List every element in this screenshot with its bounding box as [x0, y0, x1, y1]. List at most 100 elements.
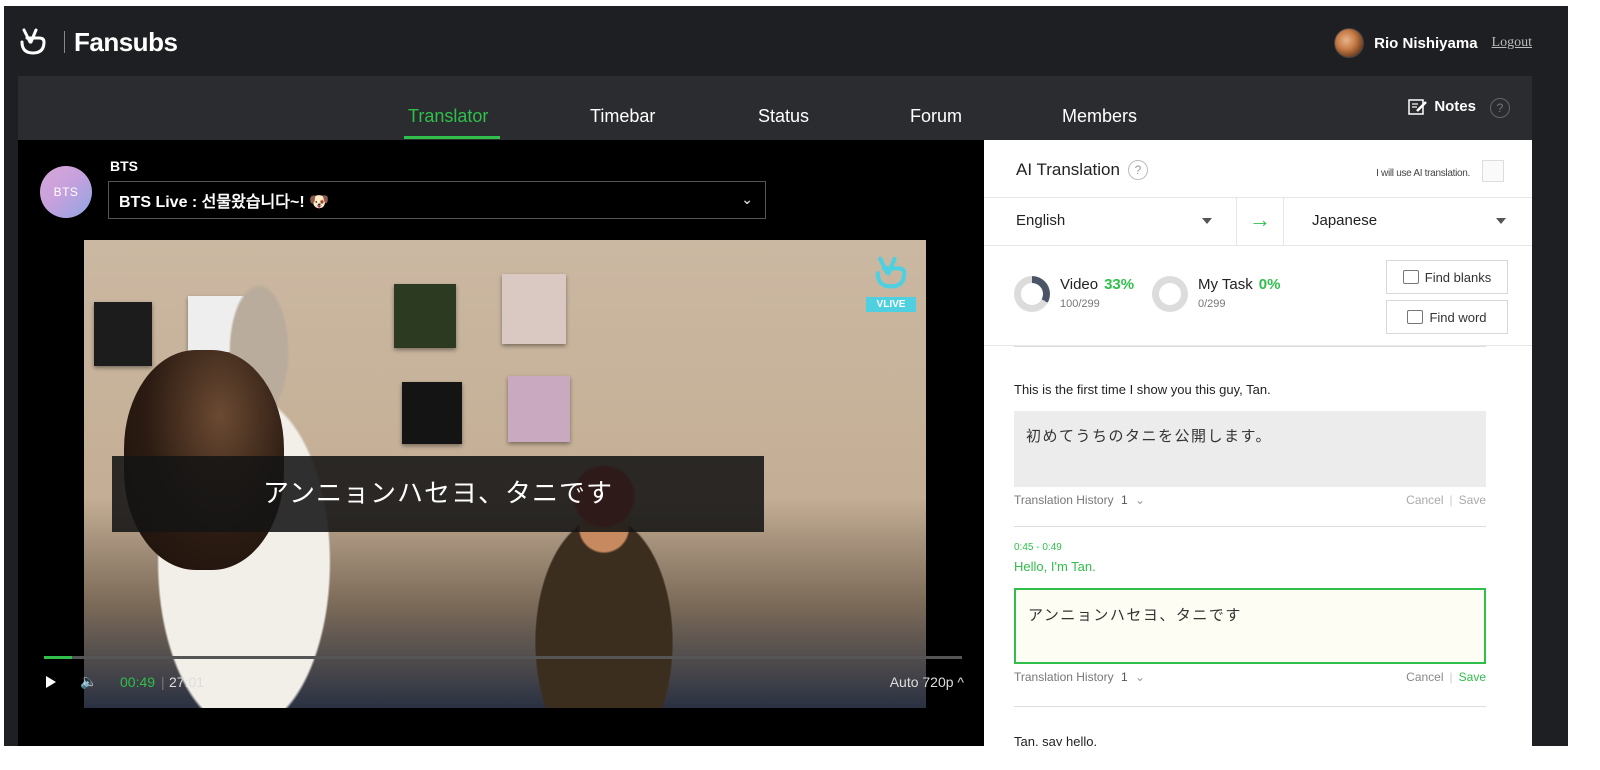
task-label: My Task — [1198, 276, 1253, 293]
segment-footer: Translation History 1 ⌄ Cancel | Save — [1014, 670, 1486, 690]
divider — [1014, 706, 1486, 707]
save-button[interactable]: Save — [1459, 493, 1486, 507]
progress-stats: Video 33% 100/299 My Task 0% 0/299 Find bl… — [984, 246, 1532, 346]
segment-actions: Cancel | Save — [1406, 493, 1486, 507]
wall-poster-image — [502, 274, 566, 344]
notes-label: Notes — [1434, 98, 1476, 115]
time-separator: | — [161, 674, 165, 690]
language-selector-row: English → Japanese — [984, 198, 1532, 246]
ai-translation-checkbox-label: I will use AI translation. — [1376, 168, 1470, 179]
target-language-select[interactable]: Japanese — [1312, 212, 1377, 229]
segment-translation-input[interactable]: 初めてうちのタニを公開します。 — [1014, 411, 1486, 487]
chevron-down-icon: ⌄ — [741, 191, 753, 207]
caret-down-icon[interactable] — [1202, 218, 1212, 224]
tab-status[interactable]: Status — [758, 106, 809, 127]
segment-time-range: 0:45 - 0:49 — [1014, 542, 1062, 553]
tab-translator[interactable]: Translator — [408, 106, 488, 127]
segment-source-text: Tan, say hello. — [1014, 734, 1098, 746]
video-progress-fill — [44, 656, 72, 659]
live-video-select[interactable]: BTS Live : 선물왔습니다~! 🐶 ⌄ — [108, 181, 766, 219]
task-stat-label: My Task 0% — [1198, 276, 1280, 293]
vlive-badge: VLIVE — [866, 297, 916, 312]
help-icon[interactable]: ? — [1490, 98, 1510, 118]
find-blanks-icon — [1402, 270, 1419, 284]
segment-translation-input[interactable]: アンニョンハセヨ、タニです — [1014, 588, 1486, 664]
find-blanks-button[interactable]: Find blanks — [1386, 260, 1508, 294]
task-count: 0/299 — [1198, 298, 1226, 310]
player-controls: 🔈 00:49 | 27:01 Auto 720p ^ — [44, 672, 964, 692]
logo-divider — [64, 31, 65, 53]
translation-segment: This is the first time I show you this g… — [1014, 382, 1486, 513]
save-button[interactable]: Save — [1459, 670, 1486, 684]
video-progress-donut — [1014, 276, 1050, 312]
brand-title[interactable]: Fansubs — [74, 27, 178, 58]
current-time: 00:49 — [120, 674, 156, 690]
channel-avatar[interactable]: BTS — [40, 166, 92, 218]
task-percent: 0% — [1258, 276, 1281, 293]
live-video-title: BTS Live : 선물왔습니다~! 🐶 — [119, 194, 330, 211]
ai-translation-header: AI Translation ? I will use AI translati… — [984, 140, 1532, 198]
cancel-button[interactable]: Cancel — [1406, 493, 1443, 507]
find-word-button[interactable]: Find word — [1386, 300, 1508, 334]
channel-name[interactable]: BTS — [110, 158, 138, 174]
tab-forum[interactable]: Forum — [910, 106, 962, 127]
logout-link[interactable]: Logout — [1492, 35, 1532, 51]
chevron-down-icon[interactable]: ⌄ — [1135, 493, 1145, 507]
wall-poster-image — [508, 376, 570, 442]
notes-edit-icon — [1408, 98, 1428, 115]
chevron-down-icon[interactable]: ⌄ — [1135, 670, 1145, 684]
ai-translation-checkbox[interactable] — [1482, 160, 1504, 182]
wall-poster-image — [402, 382, 462, 444]
video-count: 100/299 — [1060, 298, 1100, 310]
action-separator: | — [1449, 670, 1453, 684]
wall-poster-image — [394, 284, 456, 348]
translation-history-link[interactable]: Translation History — [1014, 493, 1114, 507]
segment-source-text: Hello, I'm Tan. — [1014, 559, 1096, 574]
play-icon[interactable] — [46, 676, 56, 688]
vlive-logo-icon — [875, 256, 907, 289]
arrow-right-icon: → — [1236, 198, 1284, 245]
translation-segment: Tan, say hello. — [1014, 734, 1486, 746]
task-progress-donut — [1152, 276, 1188, 312]
translation-panel: AI Translation ? I will use AI translati… — [984, 140, 1532, 746]
translation-history-link[interactable]: Translation History — [1014, 670, 1114, 684]
divider — [1014, 526, 1486, 527]
caret-down-icon[interactable] — [1496, 218, 1506, 224]
segment-source-text: This is the first time I show you this g… — [1014, 382, 1271, 397]
ai-translation-title: AI Translation ? — [1016, 160, 1148, 180]
source-language-select[interactable]: English — [1016, 212, 1065, 229]
app-frame: Fansubs Rio Nishiyama Logout Translator … — [4, 6, 1568, 746]
help-icon[interactable]: ? — [1127, 160, 1148, 180]
total-time: 27:01 — [169, 674, 205, 690]
tab-members[interactable]: Members — [1062, 106, 1137, 127]
history-count: 1 — [1120, 493, 1128, 507]
video-subtitle: アンニョンハセヨ、タニです — [112, 456, 764, 532]
find-word-label: Find word — [1429, 309, 1487, 325]
find-word-icon — [1407, 310, 1424, 324]
translation-segment-active: 0:45 - 0:49 Hello, I'm Tan. アンニョンハセヨ、タニで… — [1014, 542, 1486, 690]
vlive-logo-icon[interactable] — [18, 26, 48, 56]
video-stat-label: Video 33% — [1060, 276, 1134, 293]
video-percent: 33% — [1104, 276, 1135, 293]
find-blanks-label: Find blanks — [1424, 269, 1492, 285]
main-nav: Translator Timebar Status Forum Members … — [18, 76, 1532, 140]
volume-icon[interactable]: 🔈 — [80, 673, 97, 690]
segment-footer: Translation History 1 ⌄ Cancel | Save — [1014, 493, 1486, 513]
notes-button[interactable]: Notes — [1408, 98, 1476, 115]
user-name[interactable]: Rio Nishiyama — [1374, 35, 1477, 52]
video-progress-bar[interactable] — [44, 656, 962, 659]
action-separator: | — [1449, 493, 1453, 507]
divider — [1014, 346, 1486, 347]
top-bar: Fansubs Rio Nishiyama Logout — [4, 6, 1568, 76]
quality-selector[interactable]: Auto 720p ^ — [890, 674, 964, 690]
tab-timebar[interactable]: Timebar — [590, 106, 655, 127]
player-panel: BTS BTS BTS Live : 선물왔습니다~! 🐶 ⌄ VLIVE アン… — [18, 140, 984, 746]
video-label: Video — [1060, 276, 1099, 293]
segment-actions: Cancel | Save — [1406, 670, 1486, 684]
cancel-button[interactable]: Cancel — [1406, 670, 1443, 684]
history-count: 1 — [1120, 670, 1128, 684]
active-tab-indicator — [404, 136, 500, 139]
ai-translation-label: AI Translation — [1016, 160, 1120, 179]
avatar[interactable] — [1334, 28, 1365, 58]
vlive-watermark: VLIVE — [866, 254, 916, 318]
